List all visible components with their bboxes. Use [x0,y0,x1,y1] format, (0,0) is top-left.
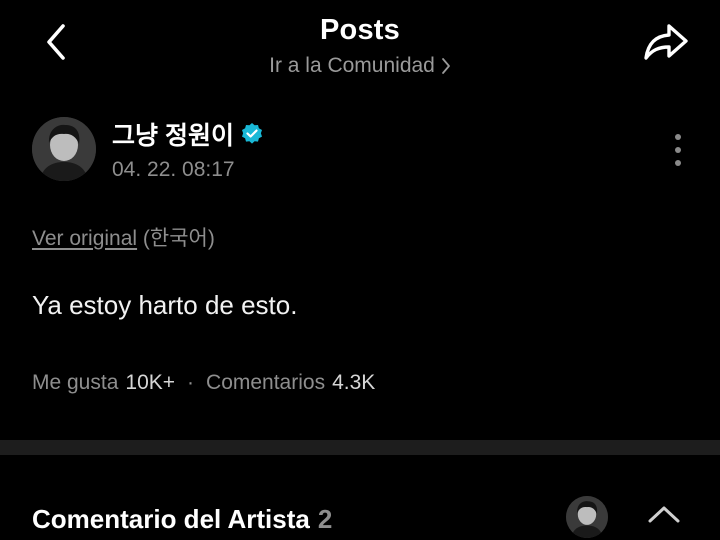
likes-count[interactable]: 10K+ [125,371,175,395]
verified-badge-icon [241,123,262,144]
post-stats: Me gusta 10K+ · Comentarios 4.3K [32,371,375,395]
post-timestamp: 04. 22. 08:17 [112,158,235,181]
share-button[interactable] [640,20,692,64]
comments-count[interactable]: 4.3K [332,371,375,395]
person-avatar-image [32,117,96,181]
share-arrow-icon [644,24,688,60]
comments-label[interactable]: Comentarios [206,371,325,395]
more-dot-icon [675,160,681,166]
translation-row: Ver original (한국어) [32,222,215,252]
more-dot-icon [675,147,681,153]
community-link-label: Ir a la Comunidad [269,54,435,77]
chevron-up-icon [648,506,680,523]
section-divider [0,440,720,455]
artist-comments-title: Comentario del Artista 2 [32,504,332,535]
person-avatar-image [566,496,608,538]
artist-comments-label: Comentario del Artista [32,504,310,534]
artist-comment-avatar [566,496,608,538]
likes-label[interactable]: Me gusta [32,371,118,395]
artist-comments-count: 2 [317,504,333,534]
post-text: Ya estoy harto de esto. [32,290,298,320]
chevron-right-icon [441,58,450,74]
original-language: (한국어) [142,227,215,250]
page-title: Posts [320,14,400,46]
stats-separator: · [187,371,195,394]
artist-comments-header[interactable]: Comentario del Artista 2 [0,496,720,540]
view-original-link[interactable]: Ver original [32,227,137,250]
more-options-button[interactable] [666,130,690,170]
author-name[interactable]: 그냥 정원이 [112,116,234,152]
go-to-community-link[interactable]: Ir a la Comunidad [0,54,720,78]
post-author: 그냥 정원이 04. 22. 08:17 [32,116,264,182]
more-dot-icon [675,134,681,140]
author-avatar[interactable] [32,117,96,181]
collapse-button[interactable] [644,498,684,530]
top-bar: Posts Ir a la Comunidad [0,0,720,100]
